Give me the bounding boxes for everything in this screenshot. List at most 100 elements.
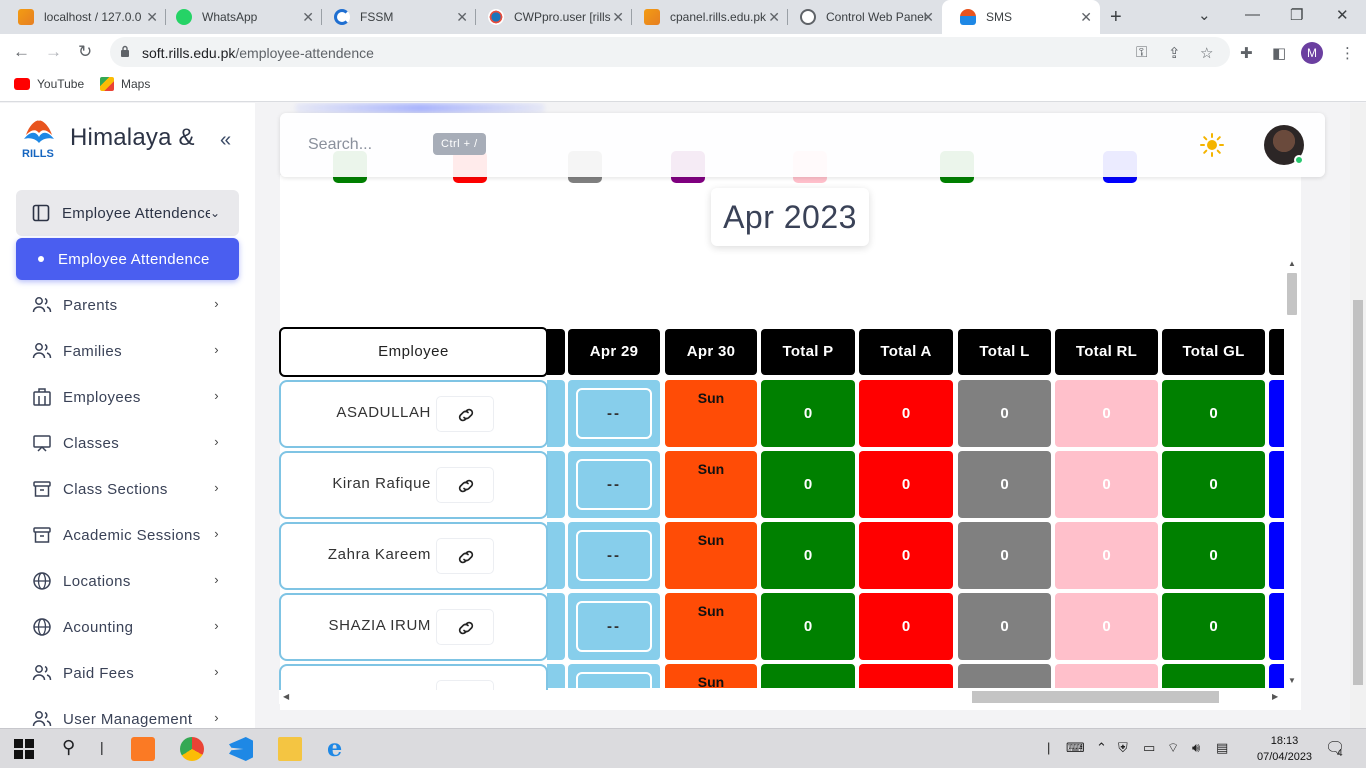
close-icon[interactable]: ✕ [456, 9, 468, 26]
attendance-cell-apr-29[interactable]: -- [568, 451, 660, 518]
battery-icon[interactable]: ▭ [1143, 740, 1155, 756]
users-icon [32, 295, 52, 315]
sidebar-item-label: Acounting [63, 618, 134, 636]
link-icon[interactable] [436, 680, 494, 690]
browser-tab-active[interactable]: SMS ✕ [942, 0, 1100, 34]
table-vertical-scrollbar[interactable] [1284, 258, 1300, 688]
column-header-partial [1269, 329, 1284, 375]
windows-start-icon[interactable] [14, 739, 34, 759]
total-p-cell: 0 [761, 380, 855, 447]
file-explorer-icon[interactable] [278, 737, 302, 761]
link-icon[interactable] [436, 609, 494, 645]
employee-cell: Zahra Kareem [279, 522, 548, 590]
close-icon[interactable]: ✕ [768, 9, 780, 26]
profile-avatar[interactable]: M [1301, 42, 1323, 64]
attendance-cell-apr-29[interactable] [568, 664, 660, 690]
table-horizontal-scroll-thumb[interactable] [972, 691, 1219, 703]
close-icon[interactable]: ✕ [922, 9, 934, 26]
chevron-up-icon[interactable]: ⌃ [1096, 740, 1107, 756]
sidebar-item-class-sections[interactable]: Class Sections › [32, 474, 232, 504]
reload-icon[interactable]: ↻ [78, 42, 92, 62]
sidebar-item-parents[interactable]: Parents › [32, 290, 232, 320]
bullet-icon [38, 256, 44, 262]
sidebar-item-locations[interactable]: Locations › [32, 566, 232, 596]
total-l-cell: 0 [958, 451, 1051, 518]
sidebar-item-academic-sessions[interactable]: Academic Sessions › [32, 520, 232, 550]
sidebar-item-user-management[interactable]: User Management › [32, 704, 232, 728]
search-input[interactable] [308, 136, 428, 154]
bookmark-maps[interactable]: Maps [100, 77, 150, 91]
keyboard-icon[interactable]: ⌨ [1066, 740, 1085, 756]
browser-tab[interactable]: WhatsApp ✕ [158, 0, 322, 34]
attendance-cell-apr-30: Sun [665, 451, 757, 518]
attendance-cell-apr-29[interactable]: -- [568, 593, 660, 660]
edge-icon[interactable]: e [327, 733, 351, 762]
browser-tab[interactable]: FSSM ✕ [316, 0, 476, 34]
top-search-bar: Ctrl + / [280, 113, 1325, 177]
total-gl-cell [1162, 664, 1265, 690]
collapse-sidebar-button[interactable]: « [220, 129, 231, 152]
side-panel-icon[interactable]: ◧ [1272, 44, 1286, 62]
bookmark-youtube[interactable]: YouTube [14, 77, 84, 91]
share-icon[interactable]: ⇪ [1168, 44, 1181, 62]
clock-time: 18:13 [1270, 735, 1299, 747]
clock-date: 07/04/2023 [1257, 751, 1313, 763]
online-status-dot [1294, 155, 1304, 165]
scroll-down-icon[interactable]: ▼ [1288, 676, 1296, 685]
link-icon[interactable] [436, 467, 494, 503]
close-window-icon[interactable]: ✕ [1336, 6, 1349, 24]
link-icon[interactable] [436, 396, 494, 432]
system-clock[interactable]: 18:13 07/04/2023 [1257, 733, 1312, 765]
sidebar-item-employee-attendence[interactable]: Employee Attendence [16, 238, 239, 280]
close-icon[interactable]: ✕ [612, 9, 624, 26]
menu-icon[interactable]: ⋮ [1340, 44, 1355, 62]
scroll-left-icon[interactable]: ◀ [283, 692, 289, 701]
volume-icon[interactable]: 🔊︎ [1192, 740, 1200, 756]
chrome-icon[interactable] [180, 737, 204, 761]
table-vertical-scroll-thumb[interactable] [1287, 273, 1297, 315]
browser-tab[interactable]: localhost / 127.0.0 ✕ [0, 0, 166, 34]
back-icon[interactable]: ← [13, 42, 30, 62]
attendance-cell-apr-30: Sun [665, 522, 757, 589]
sidebar-item-acounting[interactable]: Acounting › [32, 612, 232, 642]
vscode-icon[interactable] [229, 737, 253, 761]
star-icon[interactable]: ☆ [1200, 44, 1213, 62]
key-icon[interactable]: ⚿ [1136, 44, 1147, 61]
archive-icon [32, 479, 52, 499]
sidebar-item-paid-fees[interactable]: Paid Fees › [32, 658, 232, 688]
menu-group-employee-attendence[interactable]: Employee Attendence ⌄ [16, 190, 239, 236]
employee-cell: Kiran Rafique [279, 451, 548, 519]
attendance-cell-apr-29[interactable]: -- [568, 380, 660, 447]
extensions-icon[interactable]: ✚ [1240, 44, 1253, 62]
sidebar-item-employees[interactable]: Employees › [32, 382, 232, 412]
browser-tab[interactable]: CWPpro.user [rills ✕ [470, 0, 632, 34]
link-icon[interactable] [436, 538, 494, 574]
new-tab-button[interactable]: + [1110, 6, 1122, 29]
scroll-right-icon[interactable]: ▶ [1272, 692, 1278, 701]
chevron-right-icon: › [214, 388, 219, 403]
minimize-icon[interactable]: — [1245, 6, 1260, 23]
close-icon[interactable]: ✕ [1080, 9, 1092, 26]
security-icon[interactable]: ⛨ [1118, 740, 1128, 756]
close-icon[interactable]: ✕ [146, 9, 158, 26]
forward-icon[interactable]: → [45, 42, 62, 62]
total-extra-cell [1269, 380, 1284, 447]
xampp-icon[interactable] [131, 737, 155, 761]
page-scroll-thumb[interactable] [1353, 300, 1363, 685]
restore-icon[interactable]: ❐ [1290, 6, 1303, 24]
address-bar[interactable]: soft.rills.edu.pk/employee-attendence [110, 37, 1230, 67]
keyboard-layout-icon[interactable]: ▤ [1216, 740, 1228, 756]
network-icon[interactable]: ⌔ [1167, 740, 1179, 756]
scroll-up-icon[interactable]: ▲ [1288, 259, 1296, 268]
chevron-right-icon: › [214, 664, 219, 679]
search-icon[interactable]: ⚲ [62, 737, 86, 761]
browser-tab[interactable]: cpanel.rills.edu.pk ✕ [626, 0, 788, 34]
tab-search-icon[interactable]: ⌄ [1198, 6, 1211, 24]
sidebar-item-families[interactable]: Families › [32, 336, 232, 366]
attendance-cell-apr-29[interactable]: -- [568, 522, 660, 589]
task-view-icon[interactable]: | [100, 739, 104, 763]
sun-icon[interactable] [1200, 133, 1224, 157]
sidebar-item-classes[interactable]: Classes › [32, 428, 232, 458]
browser-tab[interactable]: Control Web Panel ✕ [782, 0, 942, 34]
close-icon[interactable]: ✕ [302, 9, 314, 26]
